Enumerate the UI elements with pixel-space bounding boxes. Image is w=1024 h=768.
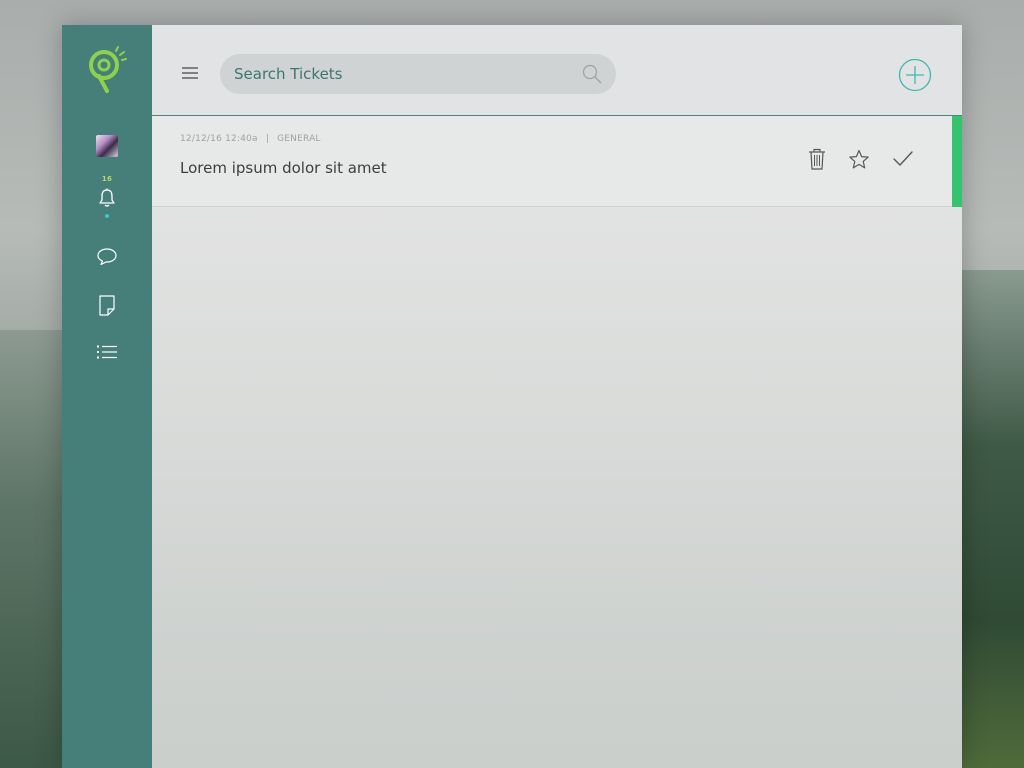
chat-bubble-icon[interactable] [96, 246, 118, 266]
ticket-category: GENERAL [277, 134, 321, 144]
trash-icon[interactable] [808, 148, 826, 170]
search-icon[interactable] [582, 64, 602, 84]
background-forest-right [962, 270, 1024, 768]
quip-logo-icon[interactable] [85, 43, 129, 95]
background-forest-left [0, 330, 62, 768]
star-icon[interactable] [848, 149, 870, 170]
plus-circle-icon[interactable] [898, 58, 932, 92]
ticket-status-indicator [952, 116, 962, 207]
user-avatar[interactable] [96, 135, 118, 157]
main-panel: 12/12/16 12:40a | GENERAL Lorem ipsum do… [152, 25, 962, 768]
ticket-date: 12/12/16 [180, 134, 223, 144]
ticket-list: 12/12/16 12:40a | GENERAL Lorem ipsum do… [152, 116, 962, 207]
sidebar-item-notifications[interactable]: 16 [98, 175, 116, 218]
notification-count: 16 [101, 175, 113, 183]
sidebar: 16 [62, 25, 152, 768]
notification-indicator-dot [105, 214, 109, 218]
bell-icon [99, 188, 115, 207]
checkmark-icon[interactable] [892, 150, 914, 168]
ticket-row[interactable]: 12/12/16 12:40a | GENERAL Lorem ipsum do… [152, 116, 962, 207]
ticket-meta-separator: | [265, 134, 270, 144]
ticket-title: Lorem ipsum dolor sit amet [180, 159, 387, 177]
search-bar [220, 54, 616, 94]
ticket-time: 12:40a [225, 134, 258, 144]
search-input[interactable] [234, 65, 564, 83]
header-bar [152, 25, 962, 116]
list-icon[interactable] [96, 344, 118, 360]
app-window: 16 Search Tickets 12/12/16 12:40a | GENE… [62, 25, 962, 768]
ticket-actions [808, 148, 914, 170]
ticket-meta: 12/12/16 12:40a | GENERAL [180, 134, 321, 144]
hamburger-menu-icon[interactable] [181, 66, 199, 80]
note-icon[interactable] [98, 294, 116, 316]
